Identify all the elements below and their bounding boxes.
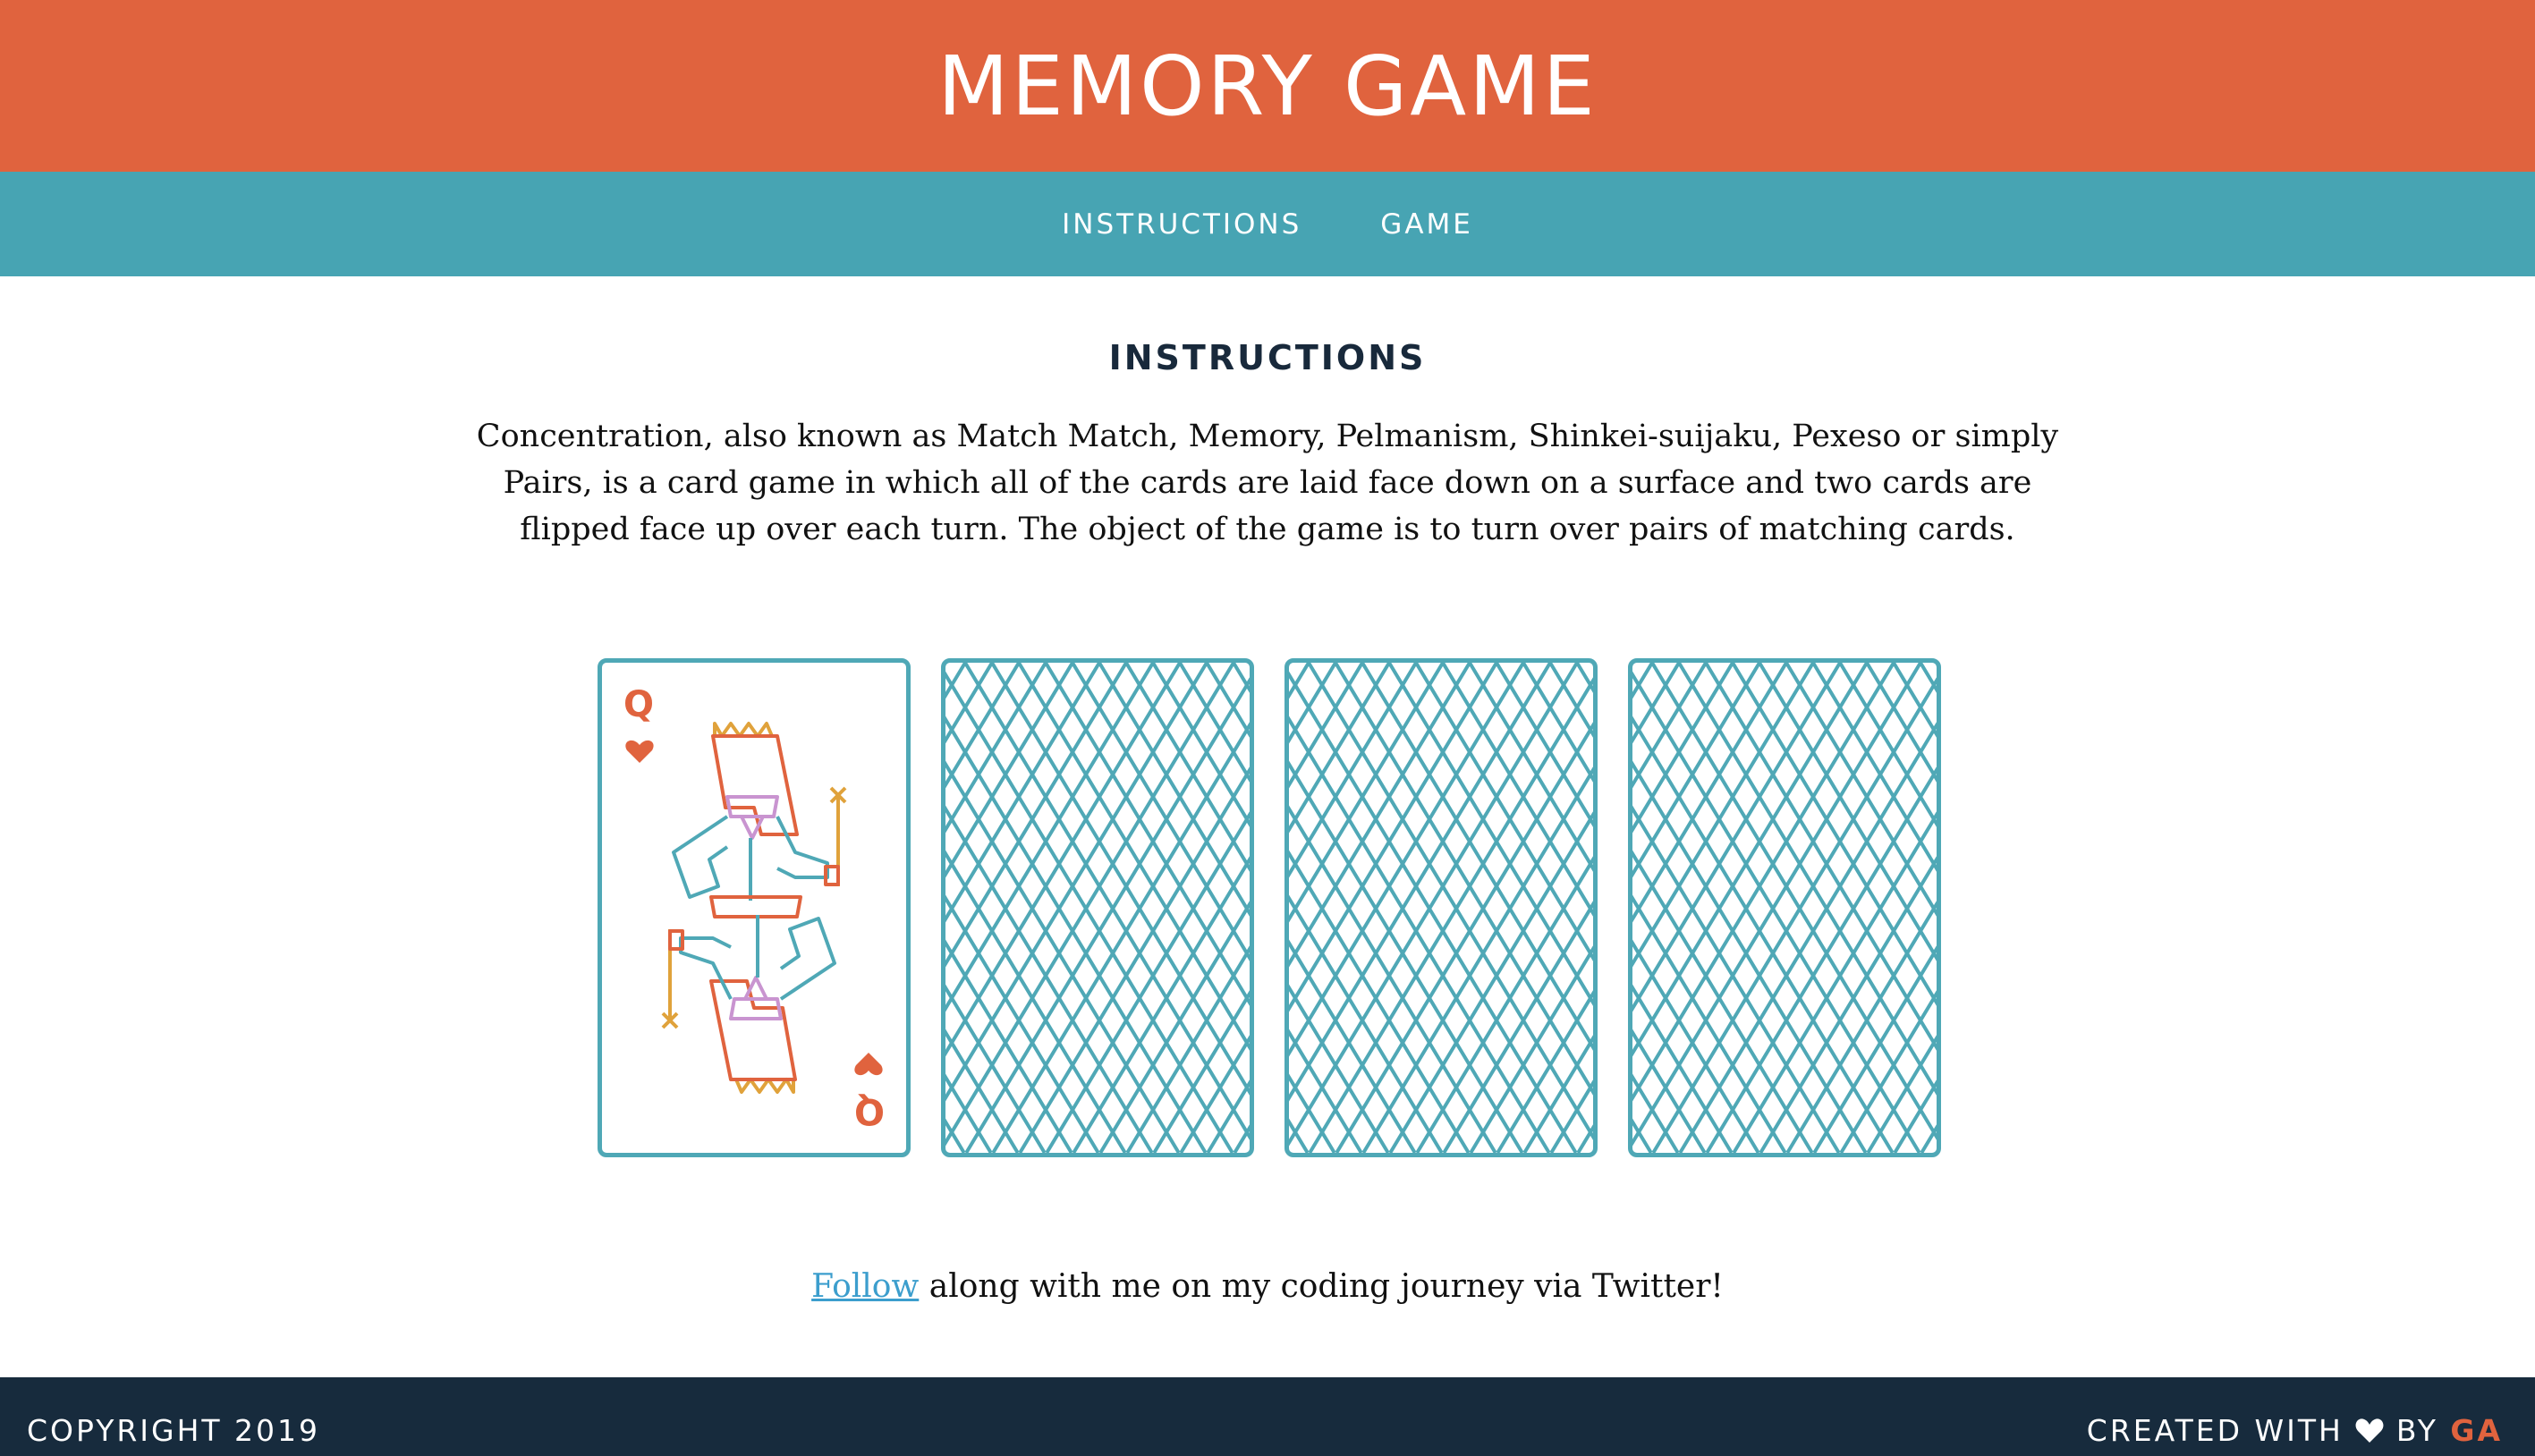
instructions-heading: INSTRUCTIONS [1108,338,1427,377]
credit-line: CREATED WITH BY GA [2087,1413,2503,1448]
copyright-text: COPYRIGHT 2019 [27,1413,321,1448]
card-face-down-3[interactable] [1628,658,1941,1157]
instructions-text: Concentration, also known as Match Match… [476,419,2059,547]
heart-icon [2355,1418,2384,1443]
follow-line: Follow along with me on my coding journe… [0,1268,2535,1305]
nav-instructions-link[interactable]: INSTRUCTIONS [1062,208,1301,241]
card-face-down-1[interactable] [941,658,1254,1157]
svg-text:Q: Q [854,1090,885,1131]
site-header: MEMORY GAME [0,0,2535,172]
queen-of-hearts-icon: Q Q [623,684,885,1131]
site-title: MEMORY GAME [937,38,1598,134]
card-face-down-2[interactable] [1284,658,1598,1157]
site-footer: COPYRIGHT 2019 CREATED WITH BY GA [0,1377,2535,1456]
twitter-follow-link[interactable]: Follow [811,1268,919,1305]
card-back-pattern-icon [1632,663,1937,1153]
card-queen-of-hearts[interactable]: Q Q [598,658,911,1157]
card-back-pattern-icon [1289,663,1593,1153]
nav-game-link[interactable]: GAME [1380,208,1473,241]
card-row: Q Q [598,658,1941,1157]
created-with-text: CREATED WITH [2086,1413,2344,1448]
svg-text:Q: Q [623,684,654,725]
by-text: BY [2395,1413,2438,1448]
main-nav: INSTRUCTIONS GAME [0,172,2535,276]
card-back-pattern-icon [945,663,1250,1153]
author-link[interactable]: GA [2450,1413,2503,1448]
follow-text: along with me on my coding journey via T… [919,1268,1724,1305]
